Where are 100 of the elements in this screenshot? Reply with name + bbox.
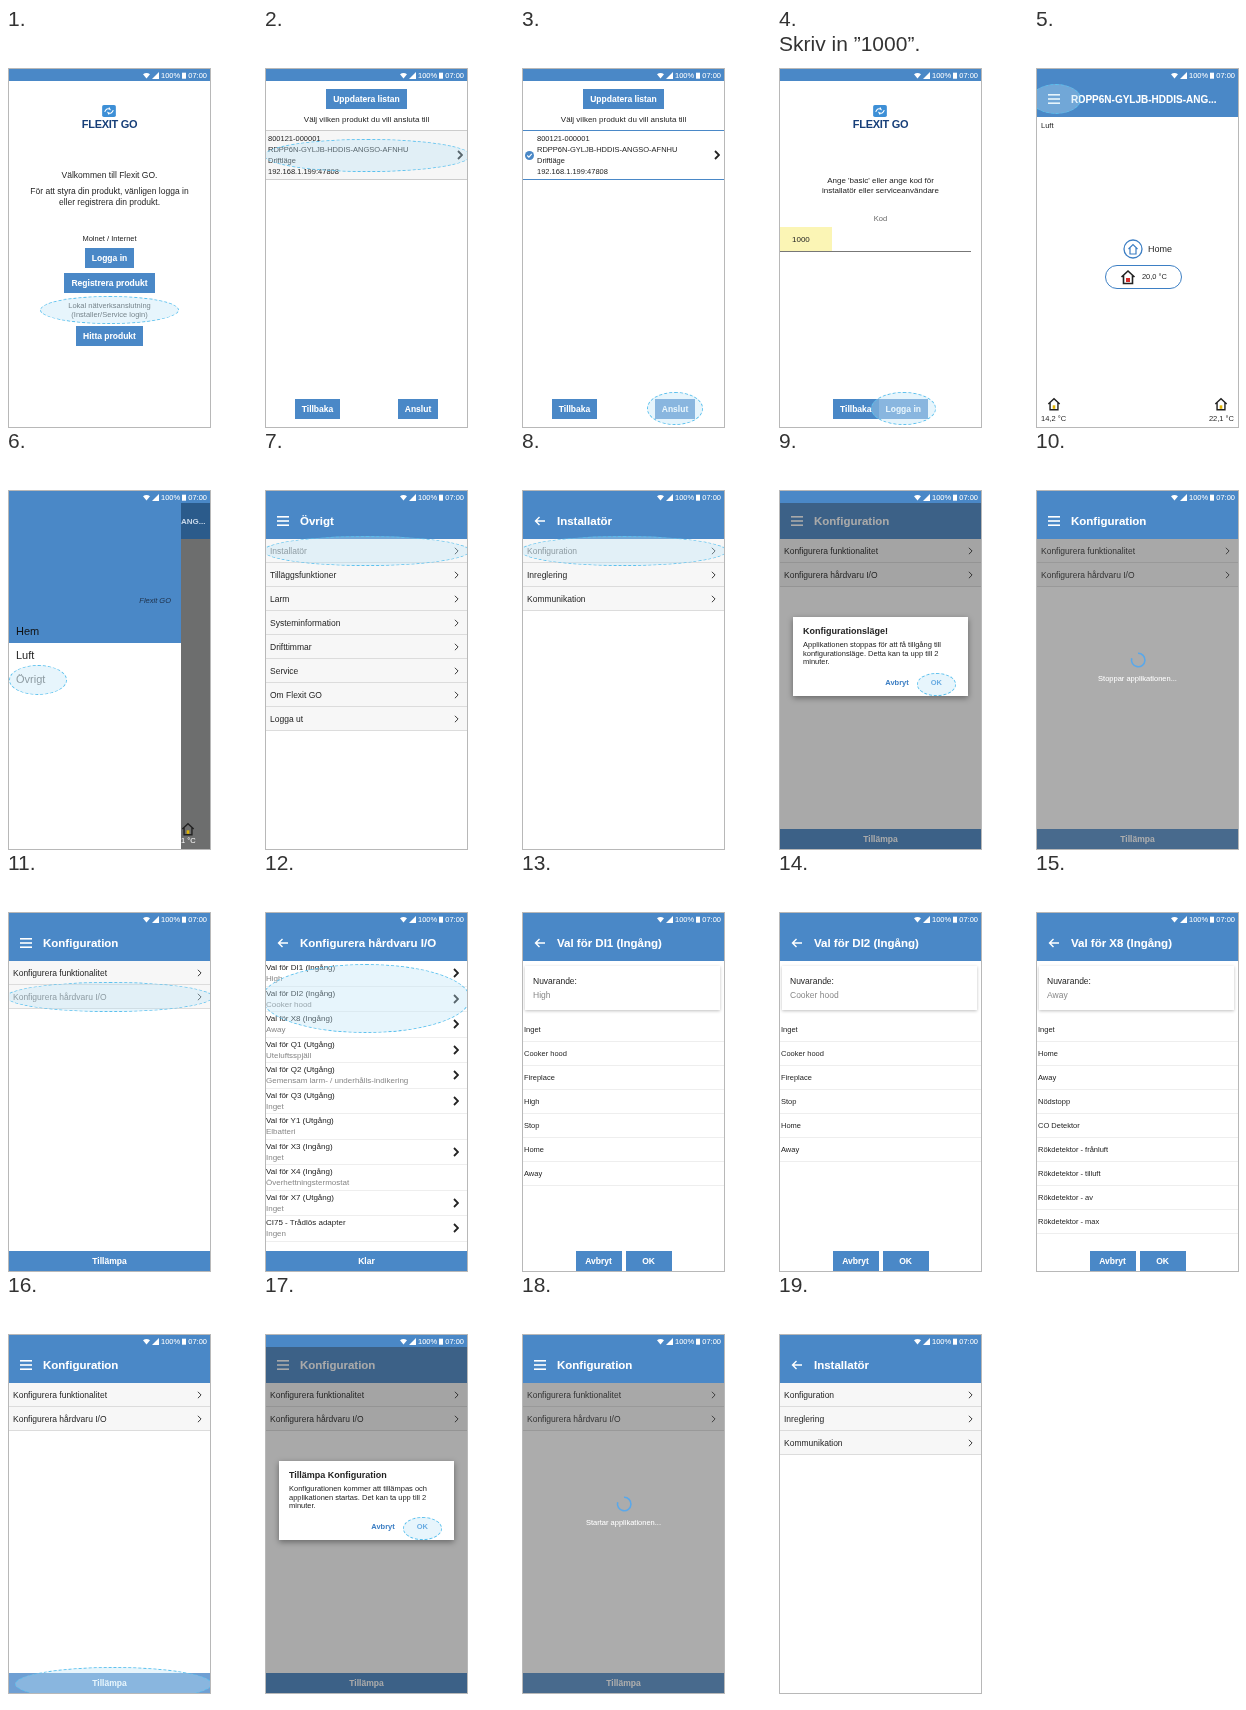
menu-icon[interactable] [1048, 516, 1060, 526]
back-arrow-icon[interactable] [791, 938, 803, 948]
menu-item[interactable]: Konfigurera funktionalitet [1037, 539, 1238, 563]
current-label: Nuvarande: [1047, 976, 1092, 986]
signal-icon [409, 493, 417, 501]
code-field[interactable]: 1000 [780, 227, 971, 252]
button[interactable]: Avbryt [575, 1251, 622, 1271]
signal-icon [666, 71, 674, 79]
menu-item[interactable]: Konfigurera hårdvaru I/O [9, 1407, 210, 1431]
menu-item[interactable]: Konfigurera funktionalitet [9, 1383, 210, 1407]
menu-item[interactable]: Inreglering [780, 1407, 981, 1431]
menu-item[interactable]: Inreglering [523, 563, 724, 587]
logo-icon [102, 105, 117, 117]
setting-item[interactable]: Val för Y1 (Utgång) Elbatteri [266, 1114, 467, 1140]
wifi-icon [400, 1337, 408, 1345]
button[interactable]: Tillbaka [551, 399, 598, 419]
button[interactable]: Hitta produkt [76, 326, 143, 346]
menu-item[interactable]: Tilläggsfunktioner [266, 563, 467, 587]
menu-item[interactable]: Service [266, 659, 467, 683]
setting-name: Val för Q2 (Utgång) [266, 1064, 336, 1076]
menu-item[interactable]: Konfigurera hårdvaru I/O [523, 1407, 724, 1431]
wifi-icon [1171, 493, 1179, 501]
setting-value: High [266, 973, 284, 985]
button[interactable]: OK [882, 1251, 929, 1271]
back-arrow-icon[interactable] [1048, 938, 1060, 948]
setting-name: Val för X8 (Ingång) [266, 1013, 333, 1025]
button[interactable]: Logga in [84, 248, 135, 268]
back-arrow-icon[interactable] [534, 516, 546, 526]
chevron-icon [453, 1146, 459, 1157]
wifi-icon [657, 915, 665, 923]
screen-title: Konfiguration [814, 515, 890, 527]
button[interactable]: Tillbaka [833, 399, 879, 419]
drawer-item[interactable]: Hem [9, 619, 181, 643]
home-mode-icon [1123, 238, 1143, 259]
bottom-action-button[interactable]: Klar [266, 1251, 467, 1271]
menu-icon[interactable] [20, 1360, 32, 1370]
menu-item[interactable]: Kommunikation [523, 587, 724, 611]
setting-item[interactable]: Val för X8 (Ingång) Away [266, 1012, 467, 1038]
step-number: 1. [8, 6, 26, 31]
menu-icon[interactable] [791, 516, 803, 526]
bottom-action-button[interactable]: Tillämpa [9, 1251, 210, 1271]
setting-item[interactable]: Val för Q1 (Utgång) Uteluftsspjäll [266, 1037, 467, 1063]
menu-item[interactable]: Larm [266, 587, 467, 611]
screen-title: Konfiguration [1071, 515, 1147, 527]
setting-item[interactable]: Val för X4 (Ingång) Överhettningstermostat [266, 1165, 467, 1191]
setting-item[interactable]: Val för Q2 (Utgång) Gemensam larm- / underhålls-indikering [266, 1063, 467, 1089]
menu-icon[interactable] [277, 516, 289, 526]
menu-item[interactable]: Konfigurera hårdvaru I/O [780, 563, 981, 587]
setting-item[interactable]: Val för X7 (Utgång) Inget [266, 1190, 467, 1216]
menu-icon[interactable] [1048, 94, 1060, 104]
menu-item[interactable]: Konfigurera funktionalitet [9, 961, 210, 985]
button[interactable]: Uppdatera listan [583, 89, 664, 109]
setting-item[interactable]: Val för Q3 (Utgång) Inget [266, 1088, 467, 1114]
prompt-text: Ange 'basic' eller ange kod för installatör eller serviceanvändare [821, 176, 940, 196]
drawer-item[interactable]: Luft [9, 643, 181, 667]
button[interactable]: Avbryt [832, 1251, 879, 1271]
chevron-icon [453, 1197, 459, 1208]
button[interactable]: OK [625, 1251, 672, 1271]
chevron-icon [968, 1390, 973, 1399]
button[interactable]: Tillbaka [294, 399, 341, 419]
back-arrow-icon[interactable] [277, 938, 289, 948]
menu-icon[interactable] [20, 938, 32, 948]
wifi-icon [400, 71, 408, 79]
button[interactable]: Anslut [397, 399, 439, 419]
button[interactable]: OK [1139, 1251, 1186, 1271]
menu-item[interactable]: Konfiguration [780, 1383, 981, 1407]
button[interactable]: Avbryt [1089, 1251, 1136, 1271]
battery-icon [439, 493, 444, 501]
chevron-icon [711, 1414, 716, 1423]
setting-item[interactable]: CI75 - Trådlös adapter Ingen [266, 1216, 467, 1242]
setting-name: Val för Q1 (Utgång) [266, 1038, 335, 1050]
menu-item[interactable]: Konfigurera funktionalitet [780, 539, 981, 563]
welcome-heading: Välkommen till Flexit GO. [61, 170, 158, 180]
button[interactable]: Registrera produkt [64, 273, 155, 293]
setting-item[interactable]: Val för X3 (Ingång) Inget [266, 1139, 467, 1165]
battery-icon [696, 1337, 701, 1345]
menu-item[interactable]: Konfigurera hårdvaru I/O [266, 1407, 467, 1431]
menu-icon[interactable] [277, 1360, 289, 1370]
signal-icon [666, 1337, 674, 1345]
menu-item[interactable]: Konfigurera funktionalitet [523, 1383, 724, 1407]
back-arrow-icon[interactable] [534, 938, 546, 948]
menu-icon[interactable] [534, 1360, 546, 1370]
menu-item[interactable]: Konfigurera hårdvaru I/O [1037, 563, 1238, 587]
back-arrow-icon[interactable] [791, 1360, 803, 1370]
setting-value: Inget [266, 1100, 285, 1112]
dialog-title: Tillämpa Konfiguration [289, 1470, 388, 1480]
battery-icon [182, 493, 187, 501]
menu-item[interactable]: Kommunikation [780, 1431, 981, 1455]
setting-item[interactable]: Val för DI2 (Ingång) Cooker hood [266, 986, 467, 1012]
button[interactable]: Uppdatera listan [326, 89, 407, 109]
menu-item[interactable]: Systeminformation [266, 611, 467, 635]
wifi-icon [1171, 915, 1179, 923]
menu-item[interactable]: Om Flexit GO [266, 683, 467, 707]
setting-name: Val för DI1 (Ingång) [266, 962, 336, 974]
screen-title: Val för DI1 (Ingång) [557, 937, 662, 949]
menu-item[interactable]: Konfigurera funktionalitet [266, 1383, 467, 1407]
menu-item[interactable]: Logga ut [266, 707, 467, 731]
setting-item[interactable]: Val för DI1 (Ingång) High [266, 961, 467, 987]
menu-item[interactable]: Drifttimmar [266, 635, 467, 659]
welcome-text: För att styra din produkt, vänligen logga in eller registrera din produkt. [29, 186, 190, 208]
